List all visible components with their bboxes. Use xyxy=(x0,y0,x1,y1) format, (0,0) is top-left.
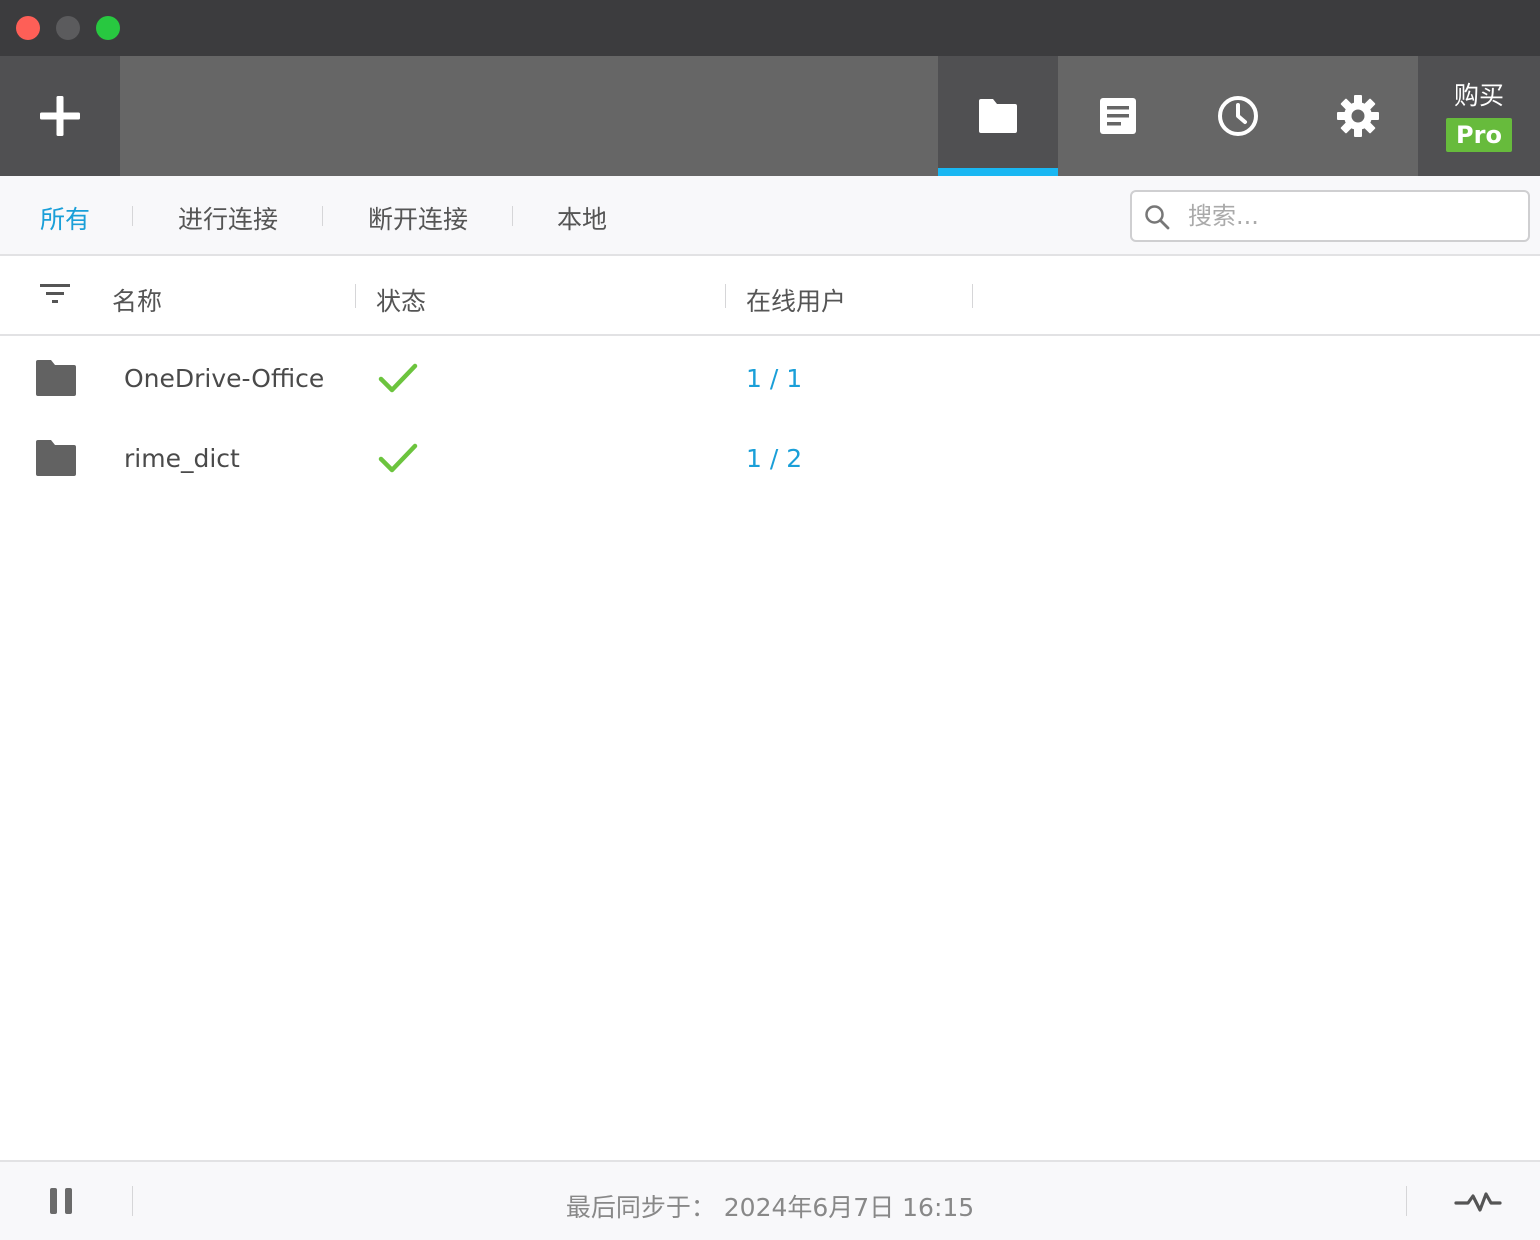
last-sync-text: 最后同步于： 2024年6月7日 16:15 xyxy=(565,1193,975,1222)
filter-tab-local[interactable]: 本地 xyxy=(557,200,607,236)
folder-name: OneDrive-Office xyxy=(124,364,325,393)
folder-icon xyxy=(36,360,76,396)
buy-pro-button[interactable]: 购买 Pro xyxy=(1418,56,1540,176)
tab-folders[interactable] xyxy=(938,56,1058,176)
pro-badge: Pro xyxy=(1446,118,1512,152)
title-bar xyxy=(0,0,1540,56)
checkmark-icon xyxy=(378,363,418,393)
column-header-name[interactable]: 名称 xyxy=(112,282,162,318)
checkmark-icon xyxy=(378,443,418,473)
filter-tab-connecting[interactable]: 进行连接 xyxy=(178,200,278,236)
tab-history[interactable] xyxy=(1178,56,1298,176)
column-divider[interactable] xyxy=(355,284,356,308)
buy-label: 购买 xyxy=(1453,81,1504,110)
minimize-window-button[interactable] xyxy=(56,16,80,40)
table-row[interactable]: rime_dict 1 / 2 xyxy=(0,418,1540,498)
tab-logs[interactable] xyxy=(1058,56,1178,176)
filter-divider xyxy=(322,206,323,226)
online-users-link[interactable]: 1 / 2 xyxy=(746,444,802,473)
column-header-status[interactable]: 状态 xyxy=(376,282,426,318)
activity-icon[interactable] xyxy=(1454,1188,1502,1216)
status-divider xyxy=(1406,1186,1407,1216)
column-divider[interactable] xyxy=(725,284,726,308)
filter-tab-all[interactable]: 所有 xyxy=(40,200,90,236)
column-divider[interactable] xyxy=(972,284,973,308)
table-row[interactable]: OneDrive-Office 1 / 1 xyxy=(0,338,1540,418)
close-window-button[interactable] xyxy=(16,16,40,40)
column-header-online-users[interactable]: 在线用户 xyxy=(746,282,846,318)
search-input[interactable] xyxy=(1188,192,1518,240)
folder-icon xyxy=(36,440,76,476)
status-bar: 最后同步于： 2024年6月7日 16:15 xyxy=(0,1160,1540,1240)
table-header: 名称 状态 在线用户 xyxy=(0,256,1540,336)
folder-name: rime_dict xyxy=(124,444,240,473)
search-icon xyxy=(1145,205,1170,230)
toolbar-spacer xyxy=(120,56,938,176)
filter-tab-disconnected[interactable]: 断开连接 xyxy=(368,200,468,236)
maximize-window-button[interactable] xyxy=(96,16,120,40)
online-users-link[interactable]: 1 / 1 xyxy=(746,364,802,393)
search-box xyxy=(1130,190,1530,242)
plus-icon xyxy=(40,96,80,136)
filter-sort-icon[interactable] xyxy=(38,280,72,308)
filter-divider xyxy=(132,206,133,226)
folder-icon xyxy=(979,99,1017,133)
clock-icon xyxy=(1218,96,1258,136)
filter-divider xyxy=(512,206,513,226)
main-toolbar: 购买 Pro xyxy=(0,56,1540,176)
add-folder-button[interactable] xyxy=(0,56,120,176)
gear-icon xyxy=(1337,95,1379,137)
document-icon xyxy=(1100,98,1136,134)
tab-settings[interactable] xyxy=(1298,56,1418,176)
filter-bar: 所有 进行连接 断开连接 本地 xyxy=(0,176,1540,256)
